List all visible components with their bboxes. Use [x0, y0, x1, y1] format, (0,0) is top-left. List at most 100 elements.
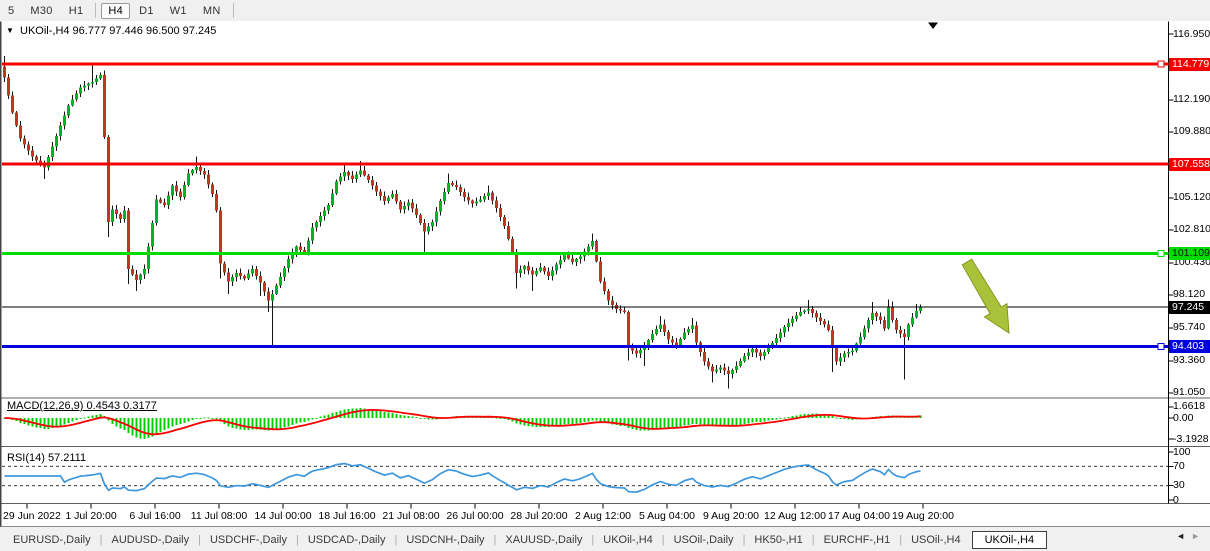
candle-body	[263, 283, 266, 292]
candle-body	[919, 307, 922, 311]
candle-body	[719, 367, 722, 369]
candle-body	[123, 211, 126, 219]
macd-bar	[300, 418, 302, 423]
macd-bar	[192, 418, 194, 420]
chart-title: UKOil-,H4 96.777 97.446 96.500 97.245	[20, 25, 216, 37]
candle-body	[159, 200, 162, 203]
macd-bar	[144, 418, 146, 439]
candle-body	[707, 362, 710, 367]
chart-tab-xauusd-daily[interactable]: XAUUSD-,Daily	[496, 531, 591, 549]
macd-bar	[564, 418, 566, 425]
candle-body	[95, 78, 98, 81]
chart-tab-usdcad-daily[interactable]: USDCAD-,Daily	[299, 531, 395, 549]
date-axis-label: 11 Jul 08:00	[191, 510, 247, 522]
chart-tab-eurusd-daily[interactable]: EURUSD-,Daily	[4, 531, 100, 549]
macd-bar	[72, 418, 74, 421]
candle-body	[683, 333, 686, 339]
candle-body	[295, 247, 298, 253]
macd-bar	[836, 418, 838, 419]
chart-tab-ukoil-h4[interactable]: UKOil-,H4	[594, 531, 662, 549]
chart-tab-eurchf-h1[interactable]: EURCHF-,H1	[815, 531, 900, 549]
chart-tab-usoil-daily[interactable]: USOil-,Daily	[665, 531, 743, 549]
chart-tab-usdcnh-daily[interactable]: USDCNH-,Daily	[397, 531, 493, 549]
candle-body	[19, 125, 22, 138]
candle-body	[375, 186, 378, 192]
macd-bar	[136, 418, 138, 437]
rsi-axis-tick: 0	[1173, 494, 1179, 506]
tab-scroll-left-icon[interactable]: ◄	[1176, 531, 1191, 541]
timeframe-button-5[interactable]: 5	[1, 3, 21, 19]
candle-body	[203, 171, 206, 175]
date-axis-label: 14 Jul 00:00	[254, 510, 311, 522]
candle-body	[663, 324, 666, 332]
candle-body	[127, 211, 130, 269]
date-axis-label: 18 Jul 16:00	[318, 510, 375, 522]
candle-body	[431, 222, 434, 227]
macd-bar	[400, 415, 402, 418]
candle-body	[639, 350, 642, 353]
candle-body	[847, 352, 850, 353]
macd-bar	[184, 418, 186, 423]
timeframe-button-h4[interactable]: H4	[101, 3, 130, 19]
one-click-trading-toggle-icon[interactable]: ▼	[6, 26, 14, 35]
candle-body	[107, 137, 110, 222]
chart-tab-hk50-h1[interactable]: HK50-,H1	[745, 531, 811, 549]
timeframe-button-d1[interactable]: D1	[132, 3, 161, 19]
timeframe-button-h1[interactable]: H1	[62, 3, 91, 19]
candle-body	[35, 157, 38, 161]
candle-body	[563, 255, 566, 260]
date-axis-label: 1 Jul 20:00	[65, 510, 116, 522]
candle-body	[407, 202, 410, 205]
candle-body	[327, 205, 330, 211]
candle-body	[763, 352, 766, 356]
timeframe-button-mn[interactable]: MN	[196, 3, 228, 19]
candle-body	[219, 211, 222, 264]
rsi-indicator-label: RSI(14) 57.2111	[7, 452, 86, 464]
mt4-terminal: 5M30H1 H4D1W1MN ▼ UKOil-,H4 96.777 97.446…	[0, 0, 1210, 551]
macd-bar	[672, 418, 674, 427]
candle-body	[775, 338, 778, 343]
macd-bar	[424, 418, 426, 419]
line-handle[interactable]	[1158, 251, 1164, 257]
candle-body	[243, 276, 246, 279]
chart-tab-ukoil-h4-active[interactable]: UKOil-,H4	[972, 531, 1048, 549]
candle-body	[471, 200, 474, 203]
candle-body	[739, 361, 742, 366]
timeframe-button-w1[interactable]: W1	[163, 3, 194, 19]
macd-bar	[668, 418, 670, 427]
candle-body	[907, 324, 910, 336]
price-level-badge-resistance-2: 107.558	[1169, 158, 1210, 171]
candle-body	[871, 313, 874, 320]
line-handle[interactable]	[1158, 343, 1164, 349]
chart-tab-usoil-h4[interactable]: USOil-,H4	[902, 531, 970, 549]
macd-bar	[68, 418, 70, 423]
candle-body	[779, 333, 782, 339]
candle-body	[839, 358, 842, 362]
candle-body	[59, 126, 62, 136]
candle-body	[631, 348, 634, 351]
tab-scroll-right-icon[interactable]: ►	[1191, 531, 1206, 541]
candle-body	[167, 195, 170, 205]
macd-bar	[500, 418, 502, 419]
macd-bar	[784, 418, 786, 419]
candle-body	[367, 175, 370, 180]
chart-surface[interactable]	[0, 21, 1210, 527]
timeframe-button-m30[interactable]: M30	[23, 3, 59, 19]
candle-body	[215, 194, 218, 211]
candle-body	[363, 170, 366, 175]
price-axis-tick: 102.810	[1173, 223, 1210, 235]
chart-tab-usdchf-daily[interactable]: USDCHF-,Daily	[201, 531, 296, 549]
candle-body	[915, 311, 918, 317]
candle-body	[623, 310, 626, 311]
candle-body	[271, 294, 274, 301]
macd-bar	[328, 414, 330, 418]
macd-bar	[288, 418, 290, 426]
chart-tab-audusd-daily[interactable]: AUDUSD-,Daily	[102, 531, 198, 549]
price-axis-tick: 109.880	[1173, 125, 1210, 137]
macd-bar	[660, 418, 662, 428]
candle-body	[611, 301, 614, 305]
macd-bar	[188, 418, 190, 421]
line-handle[interactable]	[1158, 61, 1164, 67]
candle-body	[335, 182, 338, 194]
candle-body	[315, 222, 318, 228]
